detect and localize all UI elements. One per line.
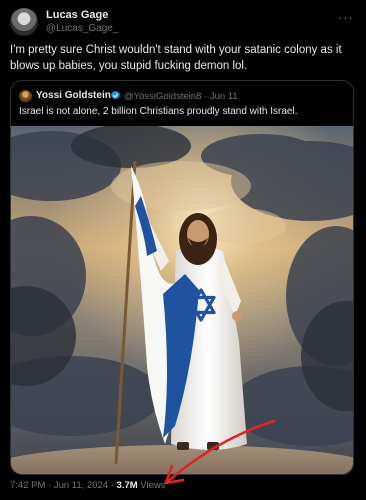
verified-badge-icon bbox=[111, 90, 120, 100]
quoted-author-name[interactable]: Yossi Goldstein bbox=[36, 90, 111, 101]
views-label: Views bbox=[140, 480, 166, 491]
quoted-post-meta: @YossiGoldstein8 · Jun 11 bbox=[124, 91, 238, 102]
post-timestamp[interactable]: 7:42 PM · Jun 11, 2024 · 3.7M Views bbox=[10, 480, 165, 491]
right-hand bbox=[232, 311, 242, 321]
right-foot bbox=[207, 442, 219, 450]
post-header: Lucas Gage @Lucas_Gage_ ··· bbox=[10, 8, 356, 36]
left-foot bbox=[177, 442, 189, 450]
post-text: I'm pretty sure Christ wouldn't stand wi… bbox=[10, 44, 342, 72]
post-date: Jun 11, 2024 bbox=[53, 480, 109, 491]
quoted-post-card[interactable]: Yossi Goldstein @YossiGoldstein8 · Jun 1… bbox=[10, 80, 354, 475]
quoted-post-image[interactable] bbox=[11, 126, 354, 474]
timestamp-separator-2: · bbox=[110, 480, 114, 491]
quoted-post-date[interactable]: Jun 11 bbox=[210, 91, 238, 102]
quoted-post-header: Yossi Goldstein @YossiGoldstein8 · Jun 1… bbox=[19, 89, 345, 105]
author-handle[interactable]: @Lucas_Gage_ bbox=[46, 23, 118, 34]
timestamp-separator: · bbox=[48, 480, 52, 491]
author-avatar[interactable] bbox=[10, 8, 38, 36]
author-name[interactable]: Lucas Gage bbox=[46, 9, 108, 21]
views-count: 3.7M bbox=[116, 480, 138, 491]
quoted-post-text: Israel is not alone, 2 billion Christian… bbox=[19, 106, 298, 117]
quoted-author-avatar[interactable] bbox=[19, 90, 32, 103]
post-time: 7:42 PM bbox=[10, 480, 46, 491]
quoted-author-handle[interactable]: @YossiGoldstein8 bbox=[124, 91, 201, 102]
more-horizontal-icon[interactable]: ··· bbox=[338, 10, 354, 25]
meta-separator: · bbox=[204, 91, 208, 102]
